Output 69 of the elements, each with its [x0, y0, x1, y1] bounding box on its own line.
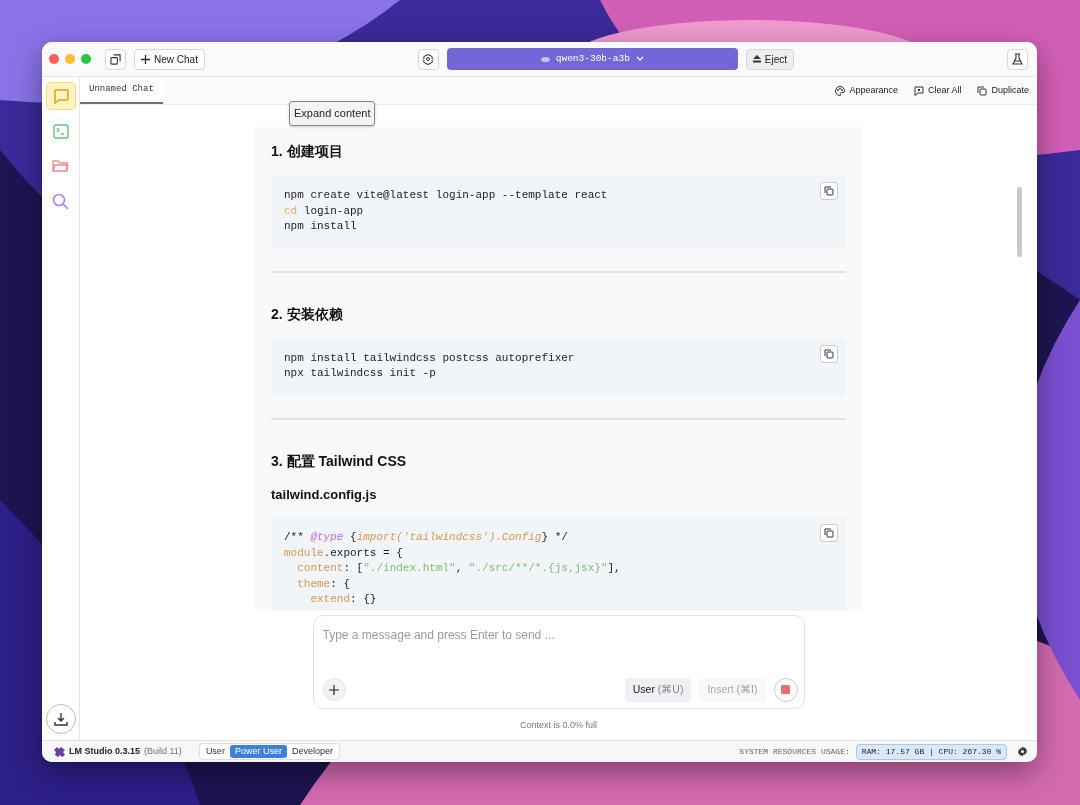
copy-button[interactable] — [820, 524, 838, 542]
context-usage-text: Context is 0.0% full — [518, 718, 598, 732]
code-line: /** @type {import('tailwindcss').Config} */ — [284, 530, 569, 545]
code-line: theme: { — [296, 576, 352, 592]
settings-button[interactable] — [417, 48, 439, 70]
tooltip: Expand content — [289, 101, 376, 126]
user-role-button[interactable]: User (⌘U) — [624, 677, 692, 702]
file-name: tailwind.config.js — [271, 485, 378, 504]
resources-label: SYSTEM RESOURCES USAGE: — [739, 745, 850, 758]
app-logo-icon — [54, 746, 65, 757]
mode-switcher[interactable]: User Power User Developer — [198, 742, 340, 761]
app-version: LM Studio 0.3.15 — [69, 744, 140, 758]
stop-button[interactable] — [773, 677, 798, 702]
code-line: extend: {} — [309, 592, 378, 607]
download-icon — [53, 712, 68, 726]
expand-icon — [110, 53, 121, 65]
copy-icon — [824, 186, 834, 196]
mode-option[interactable]: Developer — [286, 744, 338, 759]
code-line: npx tailwindcss init -p — [284, 366, 437, 381]
code-line: cd login-app — [284, 203, 365, 219]
code-line: npm create vite@latest login-app --template react — [284, 188, 609, 203]
copy-button[interactable] — [820, 182, 838, 200]
minimize-button[interactable] — [65, 54, 75, 64]
tab-action-button[interactable]: Duplicate — [977, 83, 1029, 98]
copy-button[interactable] — [820, 344, 838, 363]
attach-button[interactable] — [322, 678, 346, 701]
message-input[interactable]: Type a message and press Enter to send ... — [322, 625, 798, 644]
plus-icon — [141, 54, 150, 64]
flask-icon — [1012, 53, 1023, 65]
folder-icon — [52, 159, 69, 173]
scrollbar[interactable] — [1017, 187, 1022, 257]
code-line: content: ["./index.html", "./src/**/*.{js,jsx}"], — [296, 561, 622, 576]
code-line: npm install tailwindcss postcss autoprefixer — [284, 350, 576, 366]
settings-icon — [422, 53, 435, 65]
palette-icon — [835, 85, 846, 96]
code-line: npm install — [284, 219, 358, 234]
section-heading: 1. 创建项目 — [271, 142, 344, 161]
copy-icon — [824, 528, 834, 538]
chat-tab[interactable]: Unnamed Chat — [80, 77, 163, 104]
chevron-down-icon — [635, 56, 644, 62]
build-number: (Build 11) — [144, 744, 182, 758]
copy-icon — [824, 348, 834, 359]
download-button[interactable] — [45, 704, 76, 734]
resources-usage: RAM: 17.57 GB | CPU: 267.30 % — [855, 743, 1007, 760]
section-heading: 3. 配置 Tailwind CSS — [271, 451, 408, 471]
expand-button[interactable] — [105, 48, 126, 70]
lab-button[interactable] — [1007, 48, 1028, 70]
close-button[interactable] — [49, 54, 59, 64]
chat-icon — [52, 88, 69, 104]
clear-chat-icon — [913, 85, 924, 96]
eject-icon — [752, 55, 761, 63]
maximize-button[interactable] — [81, 54, 91, 64]
message-composer[interactable]: Type a message and press Enter to send ... User (⌘U) Insert (⌘I) — [312, 614, 805, 709]
mode-option[interactable]: User — [200, 744, 230, 759]
mode-option[interactable]: Power User — [229, 744, 287, 759]
stop-icon — [781, 685, 790, 694]
terminal-icon — [52, 123, 69, 139]
search-icon — [52, 192, 69, 210]
eject-button[interactable]: Eject — [745, 48, 795, 70]
new-chat-button[interactable]: New Chat — [134, 48, 205, 70]
tab-action-button[interactable]: Clear All — [913, 83, 962, 98]
model-selector[interactable]: qwen3-30b-a3b — [446, 48, 738, 70]
plus-icon — [329, 684, 339, 695]
duplicate-icon — [977, 85, 988, 96]
section-heading: 2. 安装依赖 — [271, 304, 344, 324]
code-line: module.exports = { — [284, 545, 404, 561]
sidebar-item[interactable] — [45, 82, 76, 110]
settings-icon[interactable] — [1017, 746, 1028, 757]
tab-action-button[interactable]: Appearance — [835, 83, 898, 98]
